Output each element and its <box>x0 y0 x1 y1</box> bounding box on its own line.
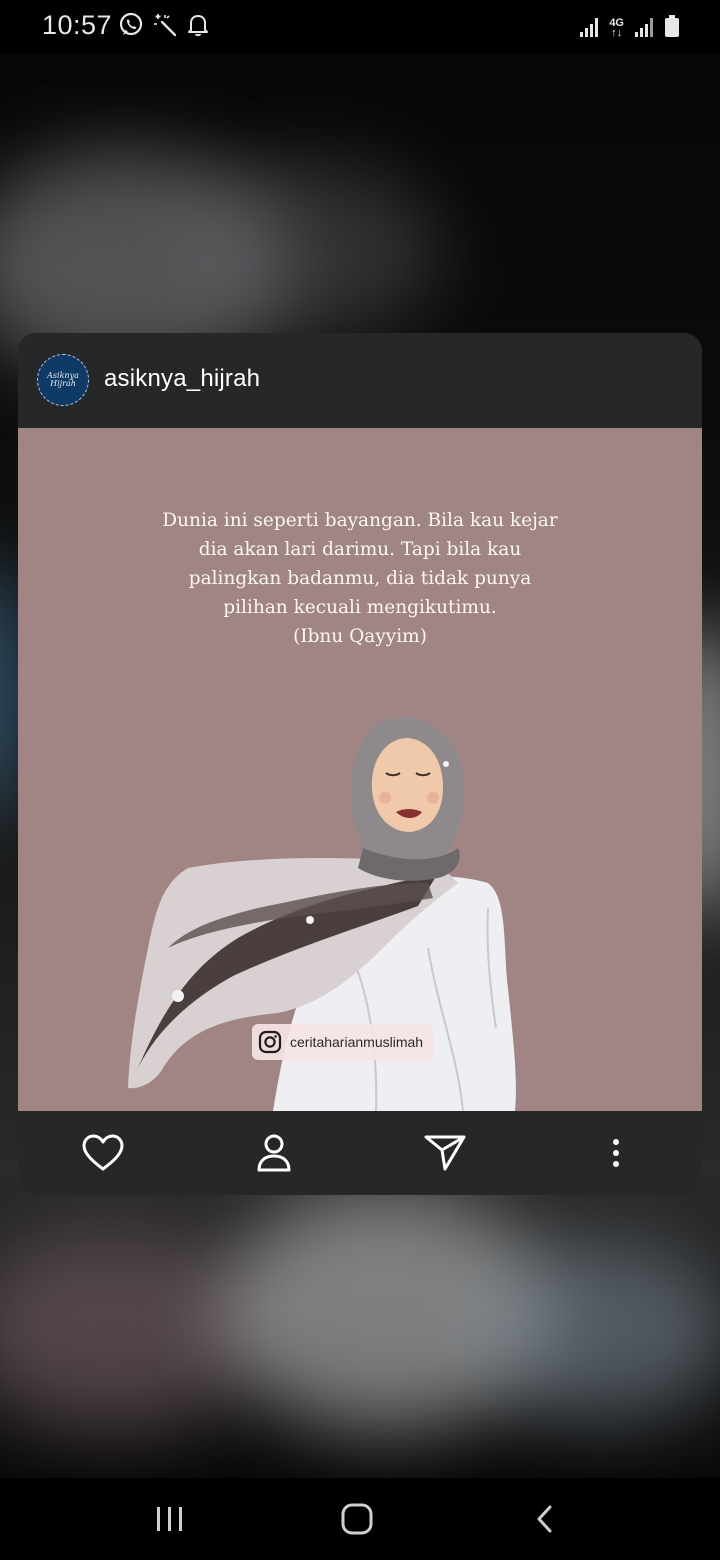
back-button[interactable] <box>500 1478 590 1560</box>
avatar[interactable]: Asiknya Hijrah <box>37 354 89 406</box>
network-sub: ↑↓ <box>611 27 623 39</box>
heart-icon <box>82 1134 124 1171</box>
signal-icon <box>580 18 599 37</box>
recent-apps-button[interactable] <box>125 1478 215 1560</box>
system-icons: 4G ↑↓ <box>579 14 680 39</box>
post-image[interactable]: Dunia ini seperti bayangan. Bila kau kej… <box>18 428 702 1111</box>
home-button[interactable] <box>312 1478 402 1560</box>
status-bar: 10:57 4G ↑↓ <box>0 0 720 54</box>
home-icon <box>341 1503 373 1535</box>
notification-icons <box>118 12 210 38</box>
battery-icon <box>665 15 679 37</box>
watermark-handle: ceritaharianmuslimah <box>290 1034 424 1050</box>
back-icon <box>537 1505 552 1533</box>
profile-button[interactable] <box>224 1111 324 1195</box>
like-button[interactable] <box>53 1111 153 1195</box>
magic-wand-icon <box>154 14 177 37</box>
status-time: 10:57 <box>42 10 113 40</box>
post-header: Asiknya Hijrah asiknya_hijrah <box>18 333 702 428</box>
more-options-button[interactable] <box>566 1111 666 1195</box>
recent-apps-icon <box>157 1507 182 1531</box>
network-type: 4G ↑↓ <box>609 18 624 39</box>
notification-bell-icon <box>188 15 208 37</box>
more-icon <box>613 1139 619 1167</box>
profile-icon <box>257 1134 291 1172</box>
post-action-bar <box>18 1111 702 1195</box>
hijab-woman-illustration <box>128 717 516 1111</box>
signal-icon <box>635 18 653 37</box>
whatsapp-icon <box>119 12 143 36</box>
username[interactable]: asiknya_hijrah <box>104 365 260 393</box>
navigation-bar <box>0 1478 720 1560</box>
instagram-icon <box>258 1030 282 1054</box>
send-button[interactable] <box>395 1111 495 1195</box>
send-icon <box>424 1135 466 1171</box>
avatar-logo-text: Asiknya Hijrah <box>47 371 79 388</box>
instagram-watermark: ceritaharianmuslimah <box>252 1024 434 1060</box>
post-preview-card[interactable]: Asiknya Hijrah asiknya_hijrah Dunia ini … <box>18 333 702 1195</box>
